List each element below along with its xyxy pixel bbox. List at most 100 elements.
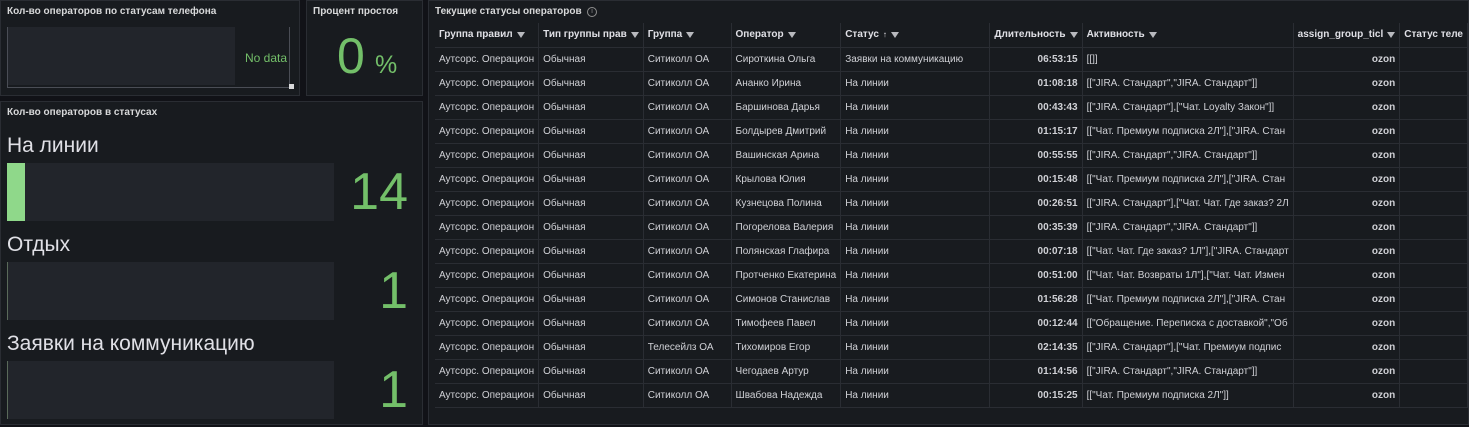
status-bar-fill [7,262,8,320]
table-cell: Обычная [538,263,644,288]
table-cell: 00:35:39 [989,215,1083,240]
panel-title[interactable]: Текущие статусы операторов [435,6,582,17]
column-header-2[interactable]: Группа [643,23,732,48]
column-header-8[interactable]: Статус теле [1399,23,1468,48]
table-cell: Аутсорс. Операцион [435,215,540,240]
table-row[interactable]: Аутсорс. Операцион Обычная Ситиколл ОА Кузн… [435,191,1468,216]
table-cell: 00:15:48 [989,167,1083,192]
column-header-1[interactable]: Тип группы прав [538,23,644,48]
table-cell: [["JIRA. Стандарт"],["Чат. Чат. Где зака… [1082,191,1294,216]
table-cell: Тихомиров Егор [731,335,842,360]
table-row[interactable]: Аутсорс. Операцион Обычная Ситиколл ОА Поля… [435,239,1468,264]
filter-icon[interactable] [516,31,525,38]
table-cell: Кузнецова Полина [731,191,842,216]
column-header-7[interactable]: assign_group_ticl [1293,23,1401,48]
table-cell: 00:26:51 [989,191,1083,216]
table-row[interactable]: Аутсорс. Операцион Обычная Ситиколл ОА Прот… [435,263,1468,288]
column-header-label: Статус [845,29,879,41]
panel-title[interactable]: Кол-во операторов в статусах [7,107,157,118]
table-row[interactable]: Аутсорс. Операцион Обычная Ситиколл ОА Сиро… [435,47,1468,72]
table-row[interactable]: Аутсорс. Операцион Обычная Ситиколл ОА Симо… [435,287,1468,312]
table-cell: Аутсорс. Операцион [435,143,540,168]
table-cell: Ситиколл ОА [643,239,732,264]
table-row[interactable]: Аутсорс. Операцион Обычная Ситиколл ОА Барш… [435,95,1468,120]
table-row[interactable]: Аутсорс. Операцион Обычная Ситиколл ОА Тимо… [435,311,1468,336]
table-row[interactable]: Аутсорс. Операцион Обычная Ситиколл ОА Ваши… [435,143,1468,168]
filter-icon[interactable] [890,31,899,38]
table-cell: ozon [1293,383,1401,408]
table-cell: [["JIRA. Стандарт","JIRA. Стандарт"]] [1082,215,1294,240]
table-cell: Обычная [538,71,644,96]
filter-icon[interactable] [686,31,695,38]
table-cell: Аутсорс. Операцион [435,47,540,72]
table-cell: [["Чат. Премиум подписка 2Л"],["JIRA. Ст… [1082,287,1294,312]
panel-title[interactable]: Процент простоя [313,6,398,17]
table-row[interactable]: Аутсорс. Операцион Обычная Ситиколл ОА Пого… [435,215,1468,240]
table-cell [1399,71,1468,96]
table-cell: Обычная [538,359,644,384]
scroll-track-vertical [289,27,290,87]
table-cell: [["Чат. Чат. Возвраты 1Л"],["Чат. Чат. И… [1082,263,1294,288]
table-cell: Ситиколл ОА [643,167,732,192]
sort-asc-icon[interactable]: ↑ [883,30,887,39]
table-row[interactable]: Аутсорс. Операцион Обычная Ситиколл ОА Шваб… [435,383,1468,408]
table-cell [1399,95,1468,120]
table-cell: ozon [1293,311,1401,336]
status-value-requests: 1 [379,361,408,419]
filter-icon[interactable] [1148,31,1157,38]
column-header-label: Длительность [994,29,1066,41]
table-cell: Погорелова Валерия [731,215,842,240]
table-cell: Обычная [538,335,644,360]
table-cell [1399,215,1468,240]
table-row[interactable]: Аутсорс. Операцион Обычная Ситиколл ОА Болд… [435,119,1468,144]
panel-title[interactable]: Кол-во операторов по статусам телефона [7,6,216,17]
table-cell: ozon [1293,119,1401,144]
table-cell: Ананко Ирина [731,71,842,96]
filter-icon[interactable] [787,31,796,38]
table-cell: 00:07:18 [989,239,1083,264]
table-cell: Обычная [538,215,644,240]
column-header-5[interactable]: Длительность [989,23,1083,48]
table-cell: На линии [840,119,991,144]
table-cell: Вашинская Арина [731,143,842,168]
table-row[interactable]: Аутсорс. Операцион Обычная Ситиколл ОА Чего… [435,359,1468,384]
table-cell: 01:14:56 [989,359,1083,384]
table-row[interactable]: Аутсорс. Операцион Обычная Телесейлз ОА Тих… [435,335,1468,360]
table-cell: На линии [840,167,991,192]
table-cell: Заявки на коммуникацию [840,47,991,72]
table-cell: Ситиколл ОА [643,383,732,408]
table-cell: ozon [1293,47,1401,72]
table-cell: Ситиколл ОА [643,119,732,144]
column-header-label: Оператор [735,29,784,41]
table-cell: [["JIRA. Стандарт","JIRA. Стандарт"]] [1082,143,1294,168]
table-cell [1399,263,1468,288]
column-header-6[interactable]: Активность [1082,23,1294,48]
table-cell: 01:56:28 [989,287,1083,312]
column-header-label: Тип группы прав [543,29,627,41]
table-cell: Обычная [538,47,644,72]
table-row[interactable]: Аутсорс. Операцион Обычная Ситиколл ОА Анан… [435,71,1468,96]
status-bar-fill [7,163,25,221]
table-cell: Сироткина Ольга [731,47,842,72]
info-icon[interactable]: i [587,7,597,17]
resize-handle-icon[interactable] [289,84,294,89]
table-cell [1399,359,1468,384]
table-cell [1399,119,1468,144]
column-header-3[interactable]: Оператор [731,23,842,48]
table-cell: [["JIRA. Стандарт","JIRA. Стандарт"]] [1082,359,1294,384]
table-row[interactable]: Аутсорс. Операцион Обычная Ситиколл ОА Крыл… [435,167,1468,192]
table-cell: Обычная [538,191,644,216]
filter-icon[interactable] [1387,31,1396,38]
filter-icon[interactable] [1069,31,1078,38]
table-cell [1399,287,1468,312]
column-header-label: Активность [1086,29,1145,41]
filter-icon[interactable] [630,31,639,38]
table-cell: На линии [840,95,991,120]
table-cell: [["JIRA. Стандарт"],["Чат. Премиум подпи… [1082,335,1294,360]
table-cell: ozon [1293,71,1401,96]
column-header-4[interactable]: Статус ↑ [840,23,991,48]
table-cell: 00:12:44 [989,311,1083,336]
table-cell: 01:15:17 [989,119,1083,144]
column-header-0[interactable]: Группа правил [435,23,540,48]
table-cell: Обычная [538,239,644,264]
